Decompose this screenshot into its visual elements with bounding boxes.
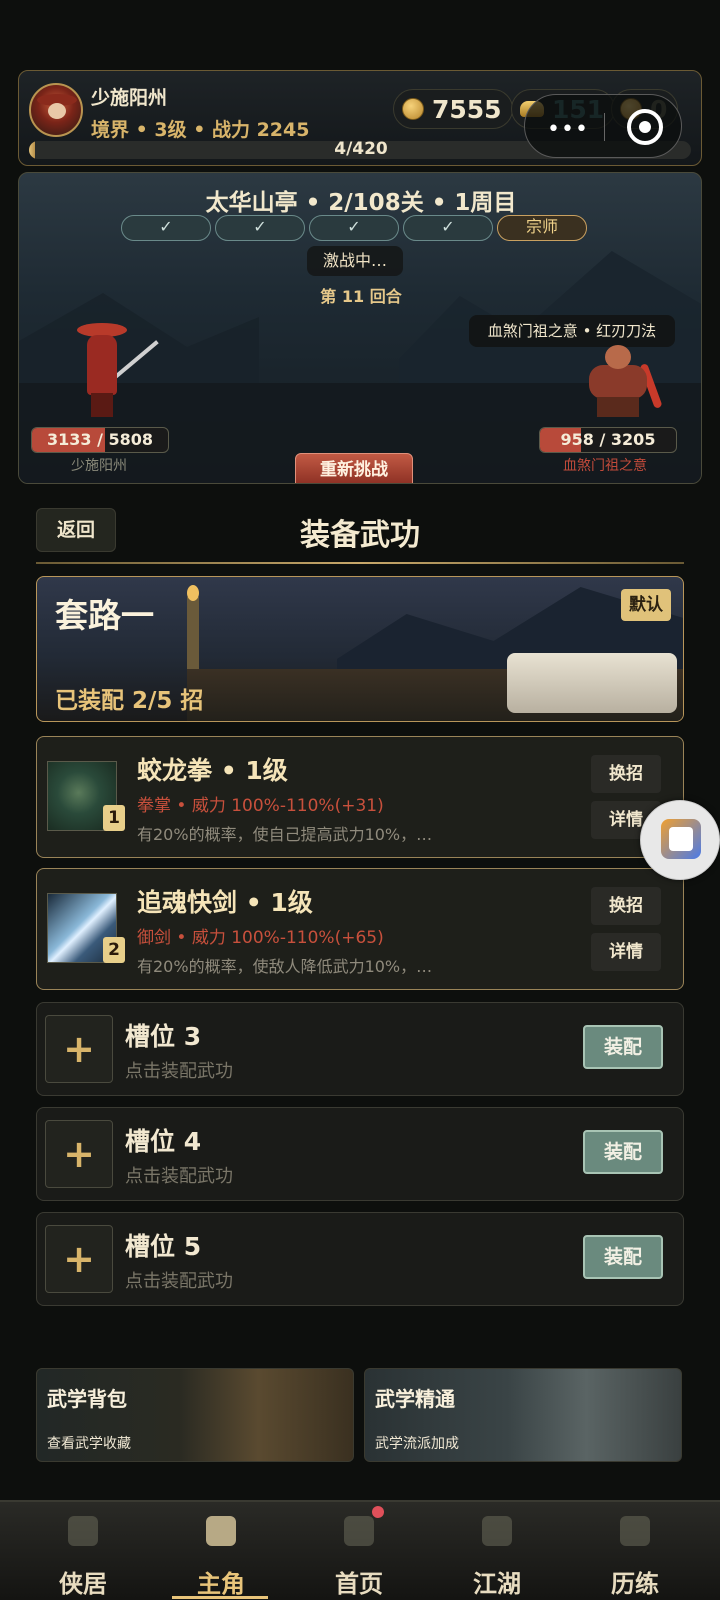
skill-title: 蛟龙拳 • 1级 [137,756,288,785]
tier-check-4: ✓ [403,215,493,241]
equip-button[interactable]: 装配 [583,1130,663,1174]
tab-label: 首页 [335,1570,383,1598]
slot-title: 槽位 3 [125,1022,202,1051]
stage-title: 太华山亭 • 2/108关 • 1周目 [205,190,517,216]
hero-name: 少施阳州 [71,458,127,474]
empty-slot-5[interactable]: + 槽位 5 点击装配武功 装配 [36,1212,684,1306]
more-icon[interactable]: ••• [547,117,589,142]
scroll-illustration [507,653,677,713]
set-name: 套路一 [55,596,154,635]
player-name: 少施阳州 [91,87,168,109]
tab-jianghu[interactable]: 江湖 [428,1502,566,1600]
mini-program-capsule: ••• [524,94,682,158]
gold-coin-icon [402,98,424,120]
gold-value: 7555 [432,94,502,124]
skill-card-2[interactable]: 2 追魂快剑 • 1级 御剑 • 威力 100%-110%(+65) 有20%的… [36,868,684,990]
add-icon[interactable]: + [45,1225,113,1293]
skill-desc: 有20%的概率，使敌人降低武力10%，… [137,957,433,976]
tier-check-3: ✓ [309,215,399,241]
martial-mastery-card[interactable]: 武学精通 武学流派加成 [364,1368,682,1462]
martial-bag-card[interactable]: 武学背包 查看武学收藏 [36,1368,354,1462]
title-divider [36,562,684,564]
skill-title: 追魂快剑 • 1级 [137,888,313,917]
skill-type: 拳掌 • 威力 100%-110%(+31) [137,796,384,816]
tab-label: 侠居 [59,1570,107,1598]
active-tab-underline [172,1596,268,1599]
card-title: 武学背包 [47,1387,127,1411]
tab-label: 主角 [197,1570,245,1598]
difficulty-tiers: ✓ ✓ ✓ ✓ 宗师 [121,215,587,241]
slot-hint: 点击装配武功 [125,1271,233,1292]
equip-button[interactable]: 装配 [583,1235,663,1279]
player-level: 境界 • 3级 • 战力 2245 [91,119,310,141]
card-title: 武学精通 [375,1387,455,1411]
empty-slot-4[interactable]: + 槽位 4 点击装配武功 装配 [36,1107,684,1201]
slot-title: 槽位 5 [125,1232,202,1261]
tab-home[interactable]: 首页 [290,1502,428,1600]
slot-hint: 点击装配武功 [125,1061,233,1082]
card-sub: 武学流派加成 [375,1436,459,1452]
boss-sprite [575,345,665,419]
tier-current: 宗师 [497,215,587,241]
house-icon [68,1516,98,1546]
hero-icon [206,1516,236,1546]
set-banner[interactable]: 套路一 默认 已装配 2/5 招 [36,576,684,722]
notification-dot [372,1506,384,1518]
boss-tag: 血煞门祖之意 • 红刃刀法 [469,315,675,347]
swap-button[interactable]: 换招 [591,755,661,793]
battle-scene: 太华山亭 • 2/108关 • 1周目 ✓ ✓ ✓ ✓ 宗师 激战中… 第 11… [18,172,702,484]
crossed-swords-icon [620,1516,650,1546]
close-target-icon[interactable] [627,109,663,145]
player-avatar[interactable] [29,83,83,137]
boss-hp-text: 958 / 3205 [560,430,656,449]
battle-status: 激战中… [307,246,403,276]
mountain-icon [482,1516,512,1546]
tier-check-2: ✓ [215,215,305,241]
skill-desc: 有20%的概率，使自己提高武力10%，… [137,825,433,844]
empty-slot-3[interactable]: + 槽位 3 点击装配武功 装配 [36,1002,684,1096]
slot-number: 1 [103,805,125,831]
default-badge: 默认 [621,589,671,621]
slot-hint: 点击装配武功 [125,1166,233,1187]
retry-button[interactable]: 重新挑战 [295,453,413,483]
detail-button[interactable]: 详情 [591,933,661,971]
tab-hero[interactable]: 主角 [152,1502,290,1600]
add-icon[interactable]: + [45,1015,113,1083]
tab-label: 历练 [611,1570,659,1598]
hero-hp-bar: 3133 / 5808 [31,427,169,453]
equipped-count: 已装配 2/5 招 [55,688,204,714]
slot-title: 槽位 4 [125,1127,202,1156]
tab-residence[interactable]: 侠居 [14,1502,152,1600]
skill-card-1[interactable]: 1 蛟龙拳 • 1级 拳掌 • 威力 100%-110%(+31) 有20%的概… [36,736,684,858]
boss-name: 血煞门祖之意 [563,458,647,474]
capsule-divider [604,113,605,141]
hero-hp-text: 3133 / 5808 [46,430,154,449]
hero-sprite [71,323,159,419]
floating-assistant-icon[interactable] [640,800,720,880]
bottom-tab-bar: 侠居 主角 首页 江湖 历练 [0,1500,720,1600]
add-icon[interactable]: + [45,1120,113,1188]
gold-counter[interactable]: 7555 [393,89,513,129]
home-icon [344,1516,374,1546]
swap-button[interactable]: 换招 [591,887,661,925]
card-sub: 查看武学收藏 [47,1436,131,1452]
boss-hp-bar: 958 / 3205 [539,427,677,453]
round-counter: 第 11 回合 [320,287,402,306]
skill-type: 御剑 • 威力 100%-110%(+65) [137,928,384,948]
equip-button[interactable]: 装配 [583,1025,663,1069]
tier-check-1: ✓ [121,215,211,241]
back-button[interactable]: 返回 [36,508,116,552]
slot-number: 2 [103,937,125,963]
tab-label: 江湖 [473,1570,521,1598]
tab-training[interactable]: 历练 [566,1502,704,1600]
